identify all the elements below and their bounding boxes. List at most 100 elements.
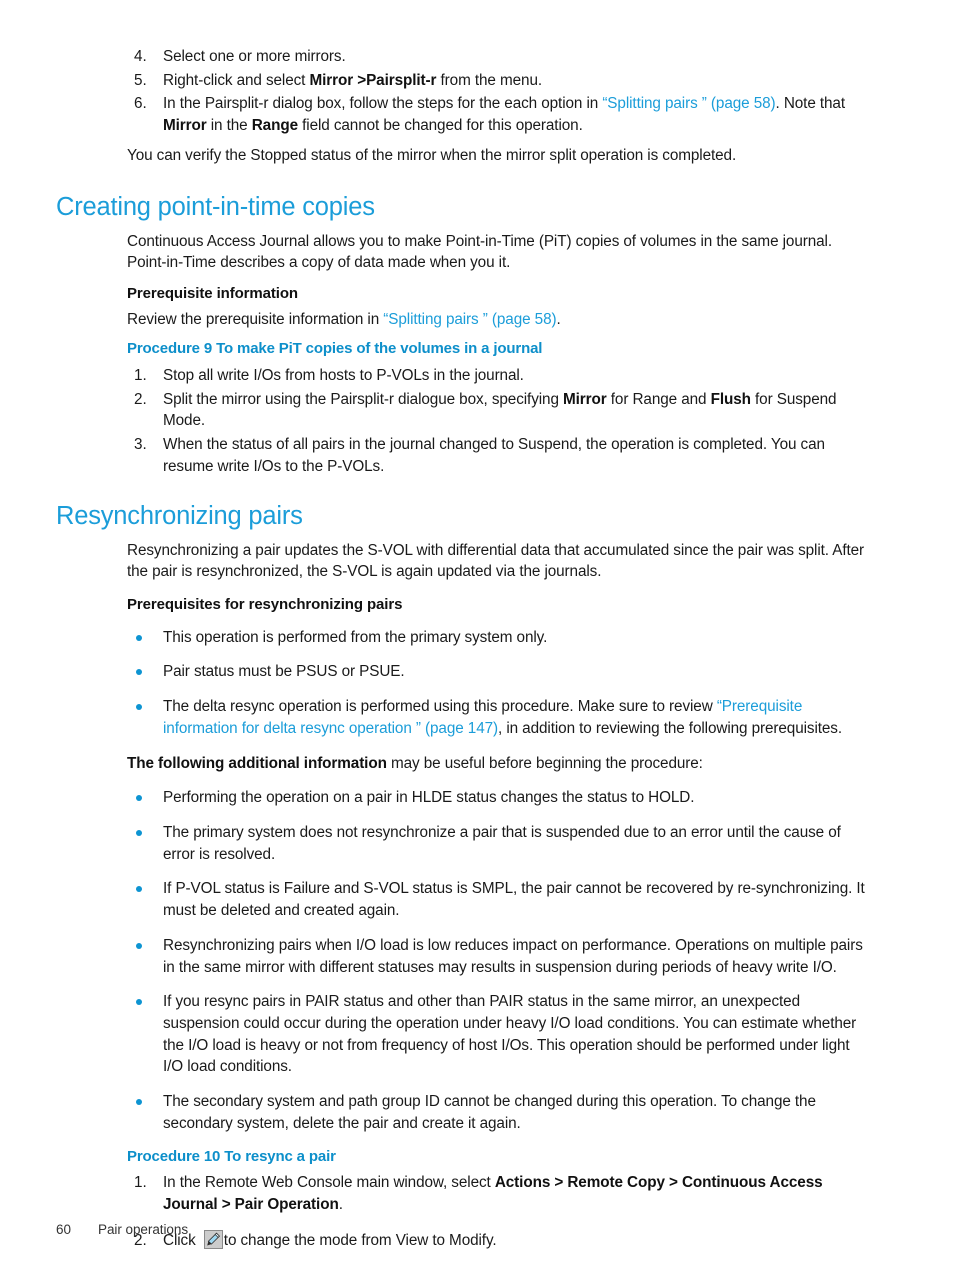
- numbered-list-item: 4. Select one or more mirrors.: [127, 46, 868, 68]
- list-item-text: When the status of all pairs in the jour…: [163, 434, 868, 477]
- bullet-marker: [127, 991, 163, 1006]
- bold-run: Flush: [710, 390, 751, 408]
- resync-prereq-heading-wrap: Prerequisites for resynchronizing pairs: [127, 595, 868, 615]
- bullet-dot-icon: [136, 704, 142, 711]
- bullet-list-item: The delta resync operation is performed …: [127, 696, 868, 739]
- pit-intro-wrap: Continuous Access Journal allows you to …: [127, 231, 868, 274]
- text-run: In the Pairsplit-r dialog box, follow th…: [163, 95, 603, 113]
- procedure-9-heading-wrap: Procedure 9 To make PiT copies of the vo…: [127, 340, 868, 359]
- page-title-resynchronizing-pairs: Resynchronizing pairs: [56, 501, 303, 530]
- text-run: Split the mirror using the Pairsplit-r d…: [163, 390, 564, 408]
- bullet-item-text: Performing the operation on a pair in HL…: [163, 787, 868, 809]
- text-run: .: [338, 1196, 343, 1214]
- bullet-dot-icon: [136, 669, 142, 676]
- list-item-text: In the Pairsplit-r dialog box, follow th…: [163, 93, 868, 136]
- bullet-item-text: If P-VOL status is Failure and S-VOL sta…: [163, 878, 868, 921]
- numbered-list-item: 1. Stop all write I/Os from hosts to P-VO…: [127, 365, 868, 387]
- heading-wrap-pit: Creating point-in-time copies: [56, 193, 868, 221]
- text-run: in the: [206, 117, 252, 135]
- bold-run: Mirror >Pairsplit-r: [309, 71, 437, 89]
- additional-information-lead-paragraph: The following additional information may…: [127, 753, 868, 775]
- text-run: Pair status must be PSUS or PSUE.: [163, 663, 405, 681]
- bullet-list-item: The secondary system and path group ID c…: [127, 1091, 868, 1134]
- bullet-marker: [127, 696, 163, 711]
- pit-prereq-paragraph-wrap: Review the prerequisite information in “…: [127, 309, 868, 331]
- procedure-10-heading-wrap: Procedure 10 To resync a pair: [127, 1148, 868, 1167]
- verify-paragraph-wrap: You can verify the Stopped status of the…: [127, 145, 868, 167]
- additional-information-bullet-list: Performing the operation on a pair in HL…: [127, 787, 868, 1134]
- bullet-list-item: If P-VOL status is Failure and S-VOL sta…: [127, 878, 868, 921]
- bullet-marker: [127, 935, 163, 949]
- text-run: . Note that: [775, 95, 846, 113]
- bullet-item-text: If you resync pairs in PAIR status and o…: [163, 991, 868, 1078]
- procedure-9-heading: Procedure 9 To make PiT copies of the vo…: [127, 340, 543, 358]
- text-run: field cannot be changed for this operati…: [297, 117, 583, 135]
- bullet-marker: [127, 878, 163, 893]
- text-run: .: [556, 310, 561, 328]
- verify-paragraph: You can verify the Stopped status of the…: [127, 145, 868, 167]
- page-title-creating-point-in-time-copies: Creating point-in-time copies: [56, 192, 375, 221]
- page-footer: 60 Pair operations: [56, 1222, 868, 1237]
- bullet-dot-icon: [136, 795, 142, 802]
- resync-prerequisites-bullet-list: This operation is performed from the pri…: [127, 627, 868, 740]
- bullet-item-text: Pair status must be PSUS or PSUE.: [163, 661, 868, 683]
- list-item-number: 4.: [134, 48, 147, 65]
- text-run: , in addition to reviewing the following…: [498, 719, 843, 737]
- resync-intro-paragraph: Resynchronizing a pair updates the S-VOL…: [127, 540, 868, 583]
- bullet-dot-icon: [136, 829, 142, 836]
- document-page: 4. Select one or more mirrors. 5. Right-cli…: [0, 0, 954, 1271]
- text-run: Select one or more mirrors.: [163, 48, 346, 65]
- bullet-item-text: This operation is performed from the pri…: [163, 627, 868, 649]
- text-run: for Range and: [606, 390, 711, 408]
- numbered-list-item: 5. Right-click and select Mirror >Pairspl…: [127, 70, 868, 92]
- bullet-dot-icon: [136, 1099, 142, 1106]
- bullet-list-item: The primary system does not resynchroniz…: [127, 822, 868, 865]
- bullet-list-item: Performing the operation on a pair in HL…: [127, 787, 868, 809]
- text-run: The secondary system and path group ID c…: [163, 1093, 816, 1132]
- pit-prereq-paragraph: Review the prerequisite information in “…: [127, 309, 868, 331]
- footer-page-number: 60: [56, 1222, 71, 1237]
- text-run: Stop all write I/Os from hosts to P-VOLs…: [163, 367, 524, 385]
- bullet-marker: [127, 627, 163, 641]
- text-run: You can verify the Stopped status of the…: [127, 146, 737, 164]
- numbered-list-item: 3. When the status of all pairs in the jo…: [127, 434, 868, 477]
- prerequisite-information-heading: Prerequisite information: [127, 285, 298, 303]
- pit-prereq-heading-wrap: Prerequisite information: [127, 284, 868, 304]
- list-item-text: Right-click and select Mirror >Pairsplit…: [163, 70, 868, 92]
- list-item-text: In the Remote Web Console main window, s…: [163, 1172, 868, 1215]
- text-run: If you resync pairs in PAIR status and o…: [163, 993, 857, 1076]
- text-run: Resynchronizing a pair updates the S-VOL…: [127, 541, 865, 581]
- text-run: In the Remote Web Console main window, s…: [163, 1174, 495, 1192]
- list-item-number: 1.: [134, 1174, 147, 1192]
- cross-reference-link[interactable]: “Splitting pairs ” (page 58): [602, 95, 775, 112]
- cross-reference-link[interactable]: “Splitting pairs ” (page 58): [383, 311, 556, 328]
- bold-run: Mirror: [163, 117, 207, 135]
- bullet-item-text: The primary system does not resynchroniz…: [163, 822, 868, 865]
- bullet-marker: [127, 822, 163, 836]
- text-run: This operation is performed from the pri…: [163, 628, 548, 646]
- footer-chapter-title: Pair operations: [98, 1222, 189, 1237]
- heading-wrap-resync: Resynchronizing pairs: [56, 502, 868, 530]
- procedure-9-step-list: 1. Stop all write I/Os from hosts to P-VO…: [127, 365, 868, 478]
- resync-intro-wrap: Resynchronizing a pair updates the S-VOL…: [127, 540, 868, 583]
- bullet-list-item: Pair status must be PSUS or PSUE.: [127, 661, 868, 683]
- bold-run: Range: [251, 117, 298, 135]
- text-run: Performing the operation on a pair in HL…: [163, 789, 695, 807]
- bold-run: The following additional information: [127, 754, 387, 772]
- pit-intro-paragraph: Continuous Access Journal allows you to …: [127, 231, 868, 274]
- numbered-list-item: 2. Split the mirror using the Pairsplit-r…: [127, 389, 868, 432]
- text-run: Resynchronizing pairs when I/O load is l…: [163, 936, 863, 976]
- numbered-list-item: 6. In the Pairsplit-r dialog box, follow …: [127, 93, 868, 136]
- list-item-number: 6.: [134, 95, 147, 113]
- text-run: The primary system does not resynchroniz…: [163, 823, 841, 863]
- bullet-marker: [127, 787, 163, 802]
- list-item-number: 3.: [134, 436, 147, 454]
- bullet-dot-icon: [136, 942, 142, 949]
- bullet-list-item: If you resync pairs in PAIR status and o…: [127, 991, 868, 1078]
- bullet-marker: [127, 1091, 163, 1106]
- bullet-item-text: The secondary system and path group ID c…: [163, 1091, 868, 1134]
- bullet-list-item: Resynchronizing pairs when I/O load is l…: [127, 935, 868, 978]
- list-item-text: Split the mirror using the Pairsplit-r d…: [163, 389, 868, 432]
- continued-step-list: 4. Select one or more mirrors. 5. Right-cli…: [127, 46, 868, 137]
- bullet-dot-icon: [136, 886, 142, 893]
